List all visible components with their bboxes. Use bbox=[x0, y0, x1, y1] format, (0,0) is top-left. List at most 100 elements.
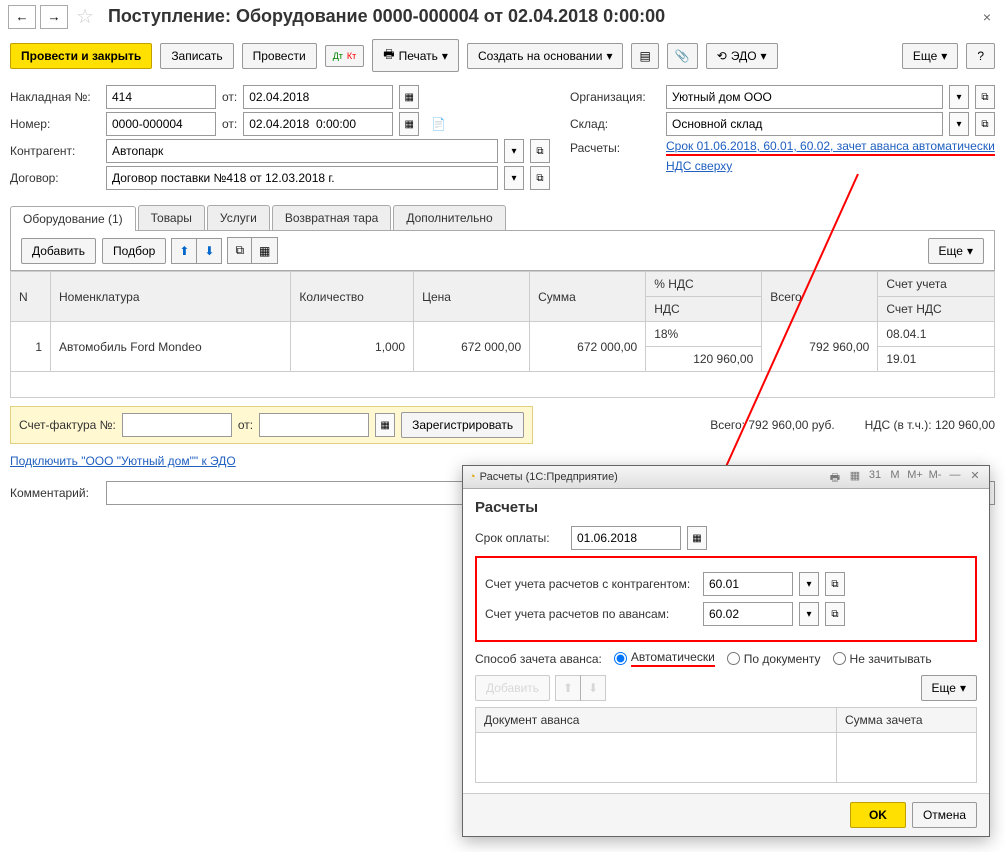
popup-more-button[interactable]: Еще ▾ bbox=[921, 675, 977, 701]
due-label: Срок оплаты: bbox=[475, 531, 565, 545]
calc-link[interactable]: Срок 01.06.2018, 60.01, 60.02, зачет ава… bbox=[666, 139, 995, 156]
more-button[interactable]: Еще ▾ bbox=[902, 43, 958, 69]
contragent-input[interactable] bbox=[106, 139, 498, 163]
calc-label: Расчеты: bbox=[570, 141, 660, 155]
advance-table[interactable]: Документ аванса Сумма зачета bbox=[475, 707, 977, 783]
warehouse-label: Склад: bbox=[570, 117, 660, 131]
col-n: N bbox=[11, 272, 51, 322]
close-button[interactable]: × bbox=[977, 7, 997, 27]
calendar-icon-4[interactable]: ▦ bbox=[687, 526, 707, 550]
post-button[interactable]: Провести bbox=[242, 43, 317, 69]
open-icon-4[interactable]: ⧉ bbox=[975, 112, 995, 136]
create-based-button[interactable]: Создать на основании ▾ bbox=[467, 43, 624, 69]
acct-counterparty-label: Счет учета расчетов с контрагентом: bbox=[485, 577, 697, 591]
due-input[interactable] bbox=[571, 526, 681, 550]
radio-none[interactable]: Не зачитывать bbox=[833, 652, 932, 666]
tab-extra[interactable]: Дополнительно bbox=[393, 205, 505, 230]
tab-goods[interactable]: Товары bbox=[138, 205, 205, 230]
paste-button[interactable]: ▦ bbox=[251, 237, 278, 264]
dropdown-icon-6[interactable]: ▾ bbox=[799, 602, 819, 626]
number-date-input[interactable] bbox=[243, 112, 393, 136]
close-popup-icon[interactable]: ✕ bbox=[967, 469, 983, 485]
post-and-close-button[interactable]: Провести и закрыть bbox=[10, 43, 152, 69]
popup-title: Расчеты bbox=[475, 499, 977, 516]
help-button[interactable]: ? bbox=[966, 43, 995, 69]
radio-bydoc[interactable]: По документу bbox=[727, 652, 821, 666]
total-value: 792 960,00 bbox=[748, 418, 808, 432]
favorite-icon[interactable]: ☆ bbox=[76, 4, 94, 29]
vat-value: 120 960,00 bbox=[935, 418, 995, 432]
m-icon[interactable]: M bbox=[887, 469, 903, 485]
cal31-icon[interactable]: 31 bbox=[867, 469, 883, 485]
invoice-no-input[interactable] bbox=[106, 85, 216, 109]
vat-link[interactable]: НДС сверху bbox=[666, 159, 732, 173]
register-button[interactable]: Зарегистрировать bbox=[401, 412, 524, 438]
table-more-button[interactable]: Еще ▾ bbox=[928, 238, 984, 264]
settlements-popup: ◔ Расчеты (1С:Предприятие) 🖶 ▦ 31 M M+ M… bbox=[462, 465, 990, 837]
back-button[interactable]: ← bbox=[8, 5, 36, 29]
tab-equipment[interactable]: Оборудование (1) bbox=[10, 206, 136, 231]
equipment-table[interactable]: N Номенклатура Количество Цена Сумма % Н… bbox=[10, 271, 995, 398]
struct-button[interactable]: ▤ bbox=[631, 43, 658, 69]
col-price: Цена bbox=[414, 272, 530, 322]
table-row[interactable]: 1 Автомобиль Ford Mondeo 1,000 672 000,0… bbox=[11, 322, 995, 347]
ok-button[interactable]: OK bbox=[850, 802, 906, 828]
open-icon[interactable]: ⧉ bbox=[530, 139, 550, 163]
open-icon-6[interactable]: ⧉ bbox=[825, 602, 845, 626]
open-icon-3[interactable]: ⧉ bbox=[975, 85, 995, 109]
move-down-button[interactable]: ⬇ bbox=[196, 238, 222, 264]
invoice-no-label: Накладная №: bbox=[10, 90, 100, 104]
mplus-icon[interactable]: M+ bbox=[907, 469, 923, 485]
open-icon-2[interactable]: ⧉ bbox=[530, 166, 550, 190]
contract-label: Договор: bbox=[10, 171, 100, 185]
invoice-date-input-2[interactable] bbox=[259, 413, 369, 437]
col-nom: Номенклатура bbox=[51, 272, 291, 322]
col-vat-pct: % НДС bbox=[646, 272, 762, 297]
add-row-button[interactable]: Добавить bbox=[21, 238, 96, 264]
print-button[interactable]: 🖶 Печать ▾ bbox=[372, 39, 459, 72]
number-label: Номер: bbox=[10, 117, 100, 131]
contract-input[interactable] bbox=[106, 166, 498, 190]
col-qty: Количество bbox=[291, 272, 414, 322]
minimize-icon[interactable]: — bbox=[947, 469, 963, 485]
forward-button[interactable]: → bbox=[40, 5, 68, 29]
invoice-label: Счет-фактура №: bbox=[19, 418, 116, 432]
cancel-button[interactable]: Отмена bbox=[912, 802, 977, 828]
save-button[interactable]: Записать bbox=[160, 43, 233, 69]
open-icon-5[interactable]: ⧉ bbox=[825, 572, 845, 596]
invoice-num-input[interactable] bbox=[122, 413, 232, 437]
move-up-button[interactable]: ⬆ bbox=[171, 238, 197, 264]
copy-button[interactable]: ⧉ bbox=[227, 237, 252, 264]
mminus-icon[interactable]: M- bbox=[927, 469, 943, 485]
acct-counterparty-input[interactable] bbox=[703, 572, 793, 596]
dtct-button[interactable]: ДтКт bbox=[325, 45, 365, 67]
page-title: Поступление: Оборудование 0000-000004 от… bbox=[108, 6, 665, 27]
acct-advance-input[interactable] bbox=[703, 602, 793, 626]
edo-button[interactable]: ⟲ ЭДО ▾ bbox=[706, 43, 778, 69]
print-icon[interactable]: 🖶 bbox=[827, 469, 843, 485]
calendar-icon-3[interactable]: ▦ bbox=[375, 413, 395, 437]
pick-button[interactable]: Подбор bbox=[102, 238, 166, 264]
dropdown-icon-5[interactable]: ▾ bbox=[799, 572, 819, 596]
org-input[interactable] bbox=[666, 85, 943, 109]
dropdown-icon-4[interactable]: ▾ bbox=[949, 112, 969, 136]
popup-titlebar: Расчеты (1С:Предприятие) bbox=[480, 471, 618, 483]
dropdown-icon-3[interactable]: ▾ bbox=[949, 85, 969, 109]
calendar-icon-2[interactable]: ▦ bbox=[399, 112, 419, 136]
col-sum: Сумма bbox=[530, 272, 646, 322]
total-label: Всего: bbox=[710, 418, 745, 432]
dropdown-icon-2[interactable]: ▾ bbox=[504, 166, 524, 190]
invoice-date-input[interactable] bbox=[243, 85, 393, 109]
tab-services[interactable]: Услуги bbox=[207, 205, 270, 230]
dropdown-icon[interactable]: ▾ bbox=[504, 139, 524, 163]
edo-connect-link[interactable]: Подключить "ООО "Уютный дом"" к ЭДО bbox=[10, 454, 236, 468]
comment-label: Комментарий: bbox=[10, 486, 100, 500]
number-input[interactable] bbox=[106, 112, 216, 136]
col-acct-vat: Счет НДС bbox=[878, 297, 995, 322]
attach-button[interactable]: 📎 bbox=[667, 43, 698, 69]
warehouse-input[interactable] bbox=[666, 112, 943, 136]
grid-icon[interactable]: ▦ bbox=[847, 469, 863, 485]
tab-containers[interactable]: Возвратная тара bbox=[272, 205, 392, 230]
radio-auto[interactable]: Автоматически bbox=[614, 650, 715, 667]
calendar-icon[interactable]: ▦ bbox=[399, 85, 419, 109]
